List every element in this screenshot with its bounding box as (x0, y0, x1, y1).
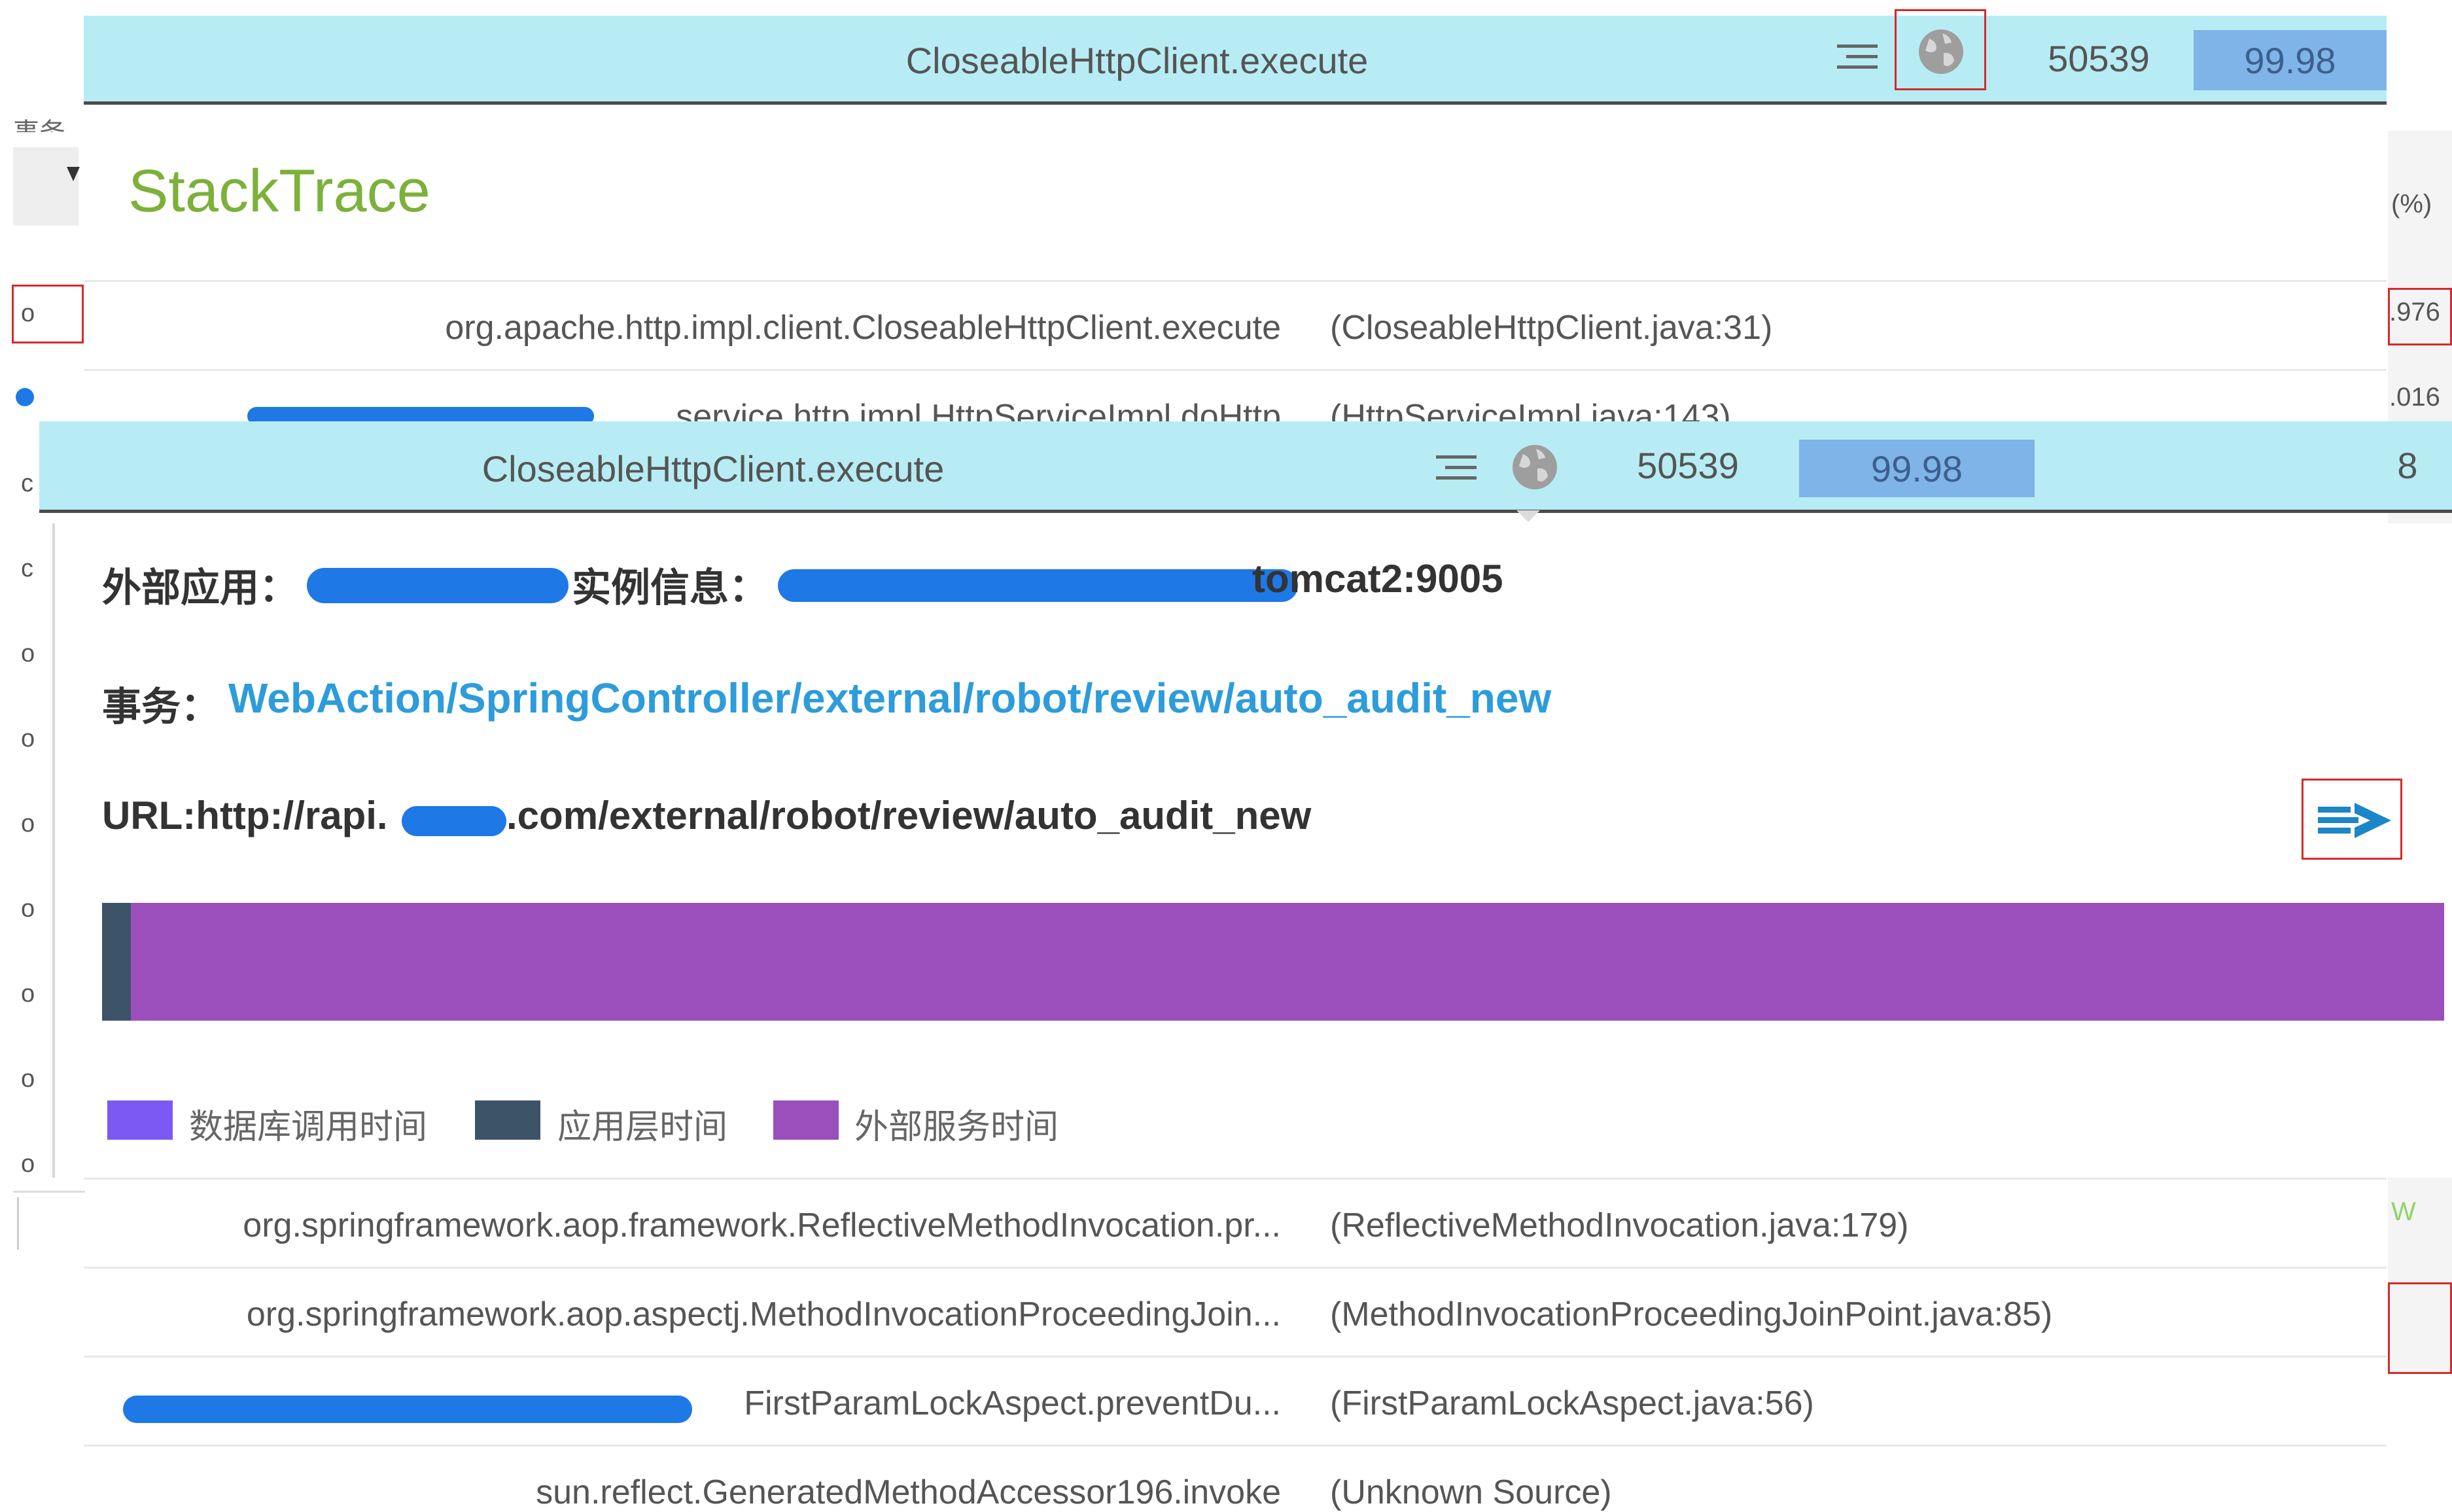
background-row-mark: o (21, 1150, 35, 1178)
background-row-mark: o (21, 300, 35, 327)
redaction-mark (402, 806, 506, 836)
background-row-mark: c (21, 470, 33, 497)
duration-value: 50539 (2048, 38, 2150, 79)
stack-frame[interactable]: org.apache.http.impl.client.CloseableHtt… (84, 280, 2387, 371)
forward-arrow-icon (2318, 799, 2391, 845)
frame-method: org.apache.http.impl.client.CloseableHtt… (445, 309, 1281, 347)
background-header-fragment: 事务 (13, 111, 65, 132)
instance-value: tomcat2:9005 (1252, 557, 1503, 601)
legend-app-swatch (475, 1100, 540, 1140)
background-row-mark: o (21, 640, 35, 667)
background-row-divider (17, 1197, 19, 1250)
menu-lines-icon[interactable] (1837, 42, 1883, 75)
background-sort-icon (67, 167, 80, 181)
frame-method: service.http.impl.HttpServiceImpl.doHttp (676, 398, 1281, 423)
transaction-link[interactable]: WebAction/SpringController/external/robo… (228, 674, 1551, 722)
background-row-mark: c (21, 555, 33, 582)
method-name: CloseableHttpClient.execute (482, 448, 945, 489)
transaction-label: 事务： (102, 685, 220, 729)
background-row-divider (13, 1191, 85, 1193)
external-app-label: 外部应用： (102, 566, 298, 610)
frame-source: (HttpServiceImpl.java:143) (1330, 398, 1731, 423)
frame-method: org.springframework.aop.framework.Reflec… (243, 1206, 1281, 1244)
percent-value: 99.98 (2194, 30, 2387, 90)
background-row-mark: o (21, 1065, 35, 1093)
background-percent-header: (%) (2391, 190, 2432, 219)
background-right-box (2388, 1282, 2452, 1374)
duration-value: 50539 (1637, 445, 1739, 486)
stack-frame[interactable]: service.http.impl.HttpServiceImpl.doHttp… (84, 369, 2387, 423)
background-row-mark: o (21, 895, 35, 923)
globe-icon (1916, 27, 1966, 80)
frame-method: org.springframework.aop.aspectj.MethodIn… (246, 1295, 1281, 1333)
open-url-button[interactable] (2302, 779, 2402, 860)
background-row-mark: o (21, 980, 35, 1008)
frame-source: (ReflectiveMethodInvocation.java:179) (1330, 1206, 1909, 1244)
legend-external-label: 外部服务时间 (854, 1108, 1059, 1146)
redaction-mark (123, 1396, 692, 1423)
stacktrace-title: StackTrace (128, 158, 430, 224)
app-time-segment (102, 903, 131, 1021)
frame-method: sun.reflect.GeneratedMethodAccessor196.i… (536, 1473, 1281, 1511)
expand-caret (1516, 510, 1540, 522)
frame-source: (Unknown Source) (1330, 1473, 1612, 1511)
background-right-highlight (2388, 288, 2452, 345)
background-value: .016 (2389, 383, 2440, 412)
globe-icon[interactable] (1510, 442, 1560, 495)
background-status-dot (16, 388, 34, 406)
stack-frame[interactable]: FirstParamLockAspect.preventDu... (First… (84, 1356, 2387, 1447)
method-row-top[interactable]: CloseableHttpClient.execute 50539 99.98 (84, 9, 2387, 105)
stack-frame[interactable]: org.springframework.aop.framework.Reflec… (84, 1178, 2387, 1269)
frame-method: FirstParamLockAspect.preventDu... (744, 1384, 1281, 1422)
background-row-mark: o (21, 810, 35, 837)
background-filter-cell (13, 147, 79, 226)
external-time-segment (131, 903, 2444, 1021)
instance-label: 实例信息： (572, 566, 768, 610)
stack-frame[interactable]: org.springframework.aop.aspectj.MethodIn… (84, 1267, 2387, 1358)
count-value: 8 (2397, 445, 2418, 486)
redaction-mark (778, 569, 1298, 602)
background-fragment: W (2391, 1197, 2416, 1226)
method-row-expanded[interactable]: CloseableHttpClient.execute 50539 99.98 … (39, 421, 2452, 513)
frame-source: (FirstParamLockAspect.java:56) (1330, 1384, 1814, 1422)
redaction-mark (307, 568, 569, 603)
time-breakdown-bar (102, 903, 2444, 1021)
legend-external-swatch (773, 1100, 839, 1140)
background-row-mark: o (21, 725, 35, 752)
frame-source: (CloseableHttpClient.java:31) (1330, 309, 1773, 347)
globe-button[interactable] (1895, 9, 1986, 90)
stack-frame[interactable]: sun.reflect.GeneratedMethodAccessor196.i… (84, 1445, 2387, 1512)
menu-lines-icon[interactable] (1436, 453, 1482, 485)
legend-db-label: 数据库调用时间 (189, 1108, 428, 1146)
url-prefix: URL:http://rapi. (102, 794, 388, 837)
url-suffix: .com/external/robot/review/auto_audit_ne… (506, 794, 1312, 837)
percent-value: 99.98 (1799, 440, 2035, 497)
legend-db-swatch (107, 1100, 173, 1140)
legend-app-label: 应用层时间 (557, 1108, 728, 1146)
frame-source: (MethodInvocationProceedingJoinPoint.jav… (1330, 1295, 2053, 1333)
transaction-detail-panel: 外部应用： 实例信息： tomcat2:9005 事务： WebAction/S… (52, 523, 2452, 1178)
